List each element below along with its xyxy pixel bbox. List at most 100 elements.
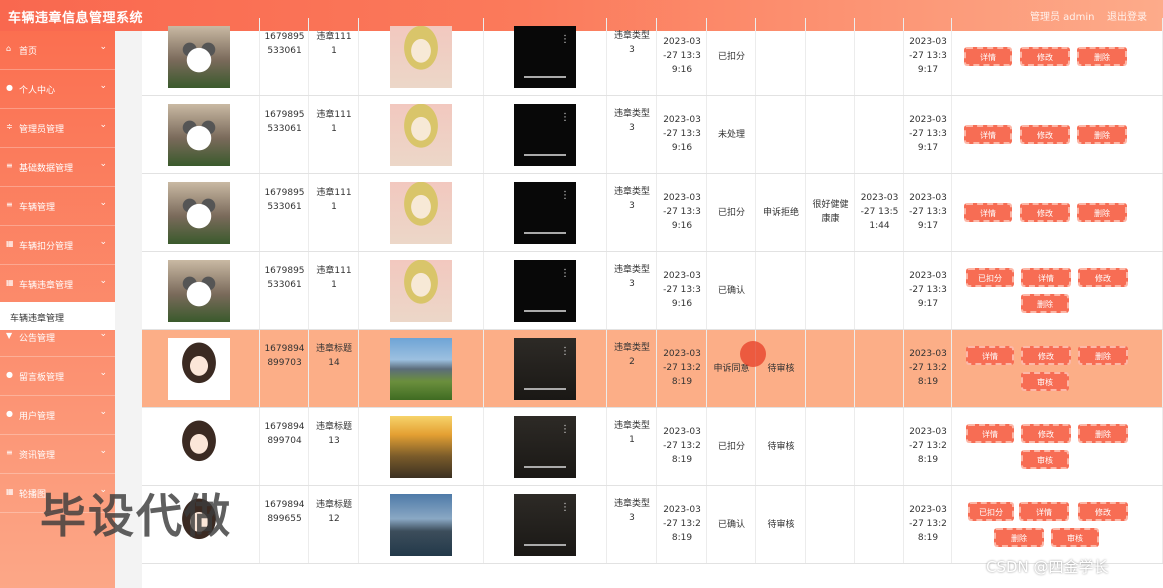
violation-title: 违章标题 13 <box>315 422 352 446</box>
row-photo-image <box>168 338 230 400</box>
video-progress-bar <box>524 76 566 78</box>
chevron-down-icon: ⌄ <box>99 159 107 169</box>
sidebar-item-3[interactable]: ≡ 基础数据管理 ⌄ <box>0 148 115 187</box>
sidebar-item-8[interactable]: ● 留言板管理 ⌄ <box>0 357 115 396</box>
violation-video[interactable]: ⋮ <box>514 494 576 556</box>
grid-icon: ▦ <box>6 487 14 496</box>
action-button[interactable]: 删除 <box>1077 125 1127 144</box>
action-button[interactable]: 删除 <box>1077 47 1127 66</box>
handle-status: 已扣分 <box>717 208 745 218</box>
action-button[interactable]: 删除 <box>1078 346 1128 365</box>
chevron-down-icon: ⌄ <box>99 446 107 456</box>
violation-id: 1679895 533061 <box>264 188 305 212</box>
violation-title: 违章111 1 <box>316 188 352 212</box>
video-progress-bar <box>524 232 566 234</box>
notice-icon: ▼ <box>6 331 13 340</box>
action-button[interactable]: 已扣分 <box>966 268 1014 287</box>
violation-time: 2023-03 -27 13:2 8:19 <box>663 349 701 387</box>
chevron-down-icon: ⌄ <box>99 329 107 339</box>
sidebar-item-label: 资讯管理 <box>19 451 56 461</box>
violation-video[interactable]: ⋮ <box>514 104 576 166</box>
more-options-icon[interactable]: ⋮ <box>560 424 570 435</box>
sidebar-item-label: 车辆扣分管理 <box>19 242 74 252</box>
violation-title: 违章标题 12 <box>315 500 352 524</box>
chevron-down-icon: ⌄ <box>99 198 107 208</box>
admin-icon: ≑ <box>6 122 13 131</box>
table-row: 1679895 533061 违章111 1 ⋮ 违章类型 3 2023-03 -27 … <box>142 252 1163 330</box>
more-options-icon[interactable]: ⋮ <box>560 502 570 513</box>
handle-status: 已确认 <box>717 520 745 530</box>
row-photo-image <box>168 416 230 478</box>
more-options-icon[interactable]: ⋮ <box>560 112 570 123</box>
sidebar-item-1[interactable]: ● 个人中心 ⌄ <box>0 70 115 109</box>
action-button[interactable]: 审核 <box>1021 372 1069 391</box>
action-button[interactable]: 修改 <box>1020 125 1070 144</box>
action-button[interactable]: 详情 <box>964 125 1012 144</box>
violation-id: 1679895 533061 <box>264 110 305 134</box>
sidebar-item-label: 用户管理 <box>19 412 56 422</box>
action-button[interactable]: 删除 <box>1021 294 1069 313</box>
action-button[interactable]: 修改 <box>1021 424 1071 443</box>
more-options-icon[interactable]: ⋮ <box>560 190 570 201</box>
action-button[interactable]: 详情 <box>964 47 1012 66</box>
sidebar-item-0[interactable]: ⌂ 首页 ⌄ <box>0 31 115 70</box>
user-icon: ● <box>6 83 13 92</box>
chevron-down-icon: ⌄ <box>99 237 107 247</box>
action-button[interactable]: 已扣分 <box>968 502 1014 521</box>
sidebar-item-10[interactable]: ≡ 资讯管理 ⌄ <box>0 435 115 474</box>
action-button[interactable]: 修改 <box>1021 346 1071 365</box>
violation-type: 违章类型 3 <box>613 499 650 523</box>
video-progress-bar <box>524 466 566 468</box>
sidebar-item-5[interactable]: ▦ 车辆扣分管理 ⌄ <box>0 226 115 265</box>
violation-id: 1679895 533061 <box>264 32 305 56</box>
action-button[interactable]: 修改 <box>1078 268 1128 287</box>
violation-title: 违章111 1 <box>316 32 352 56</box>
violation-image <box>390 260 452 322</box>
action-button[interactable]: 审核 <box>1021 450 1069 469</box>
action-button[interactable]: 修改 <box>1020 47 1070 66</box>
violation-video[interactable]: ⋮ <box>514 260 576 322</box>
action-button[interactable]: 删除 <box>994 528 1044 547</box>
violation-id: 1679895 533061 <box>264 266 305 290</box>
violation-image <box>390 26 452 88</box>
violation-video[interactable]: ⋮ <box>514 26 576 88</box>
sidebar-item-9[interactable]: ● 用户管理 ⌄ <box>0 396 115 435</box>
violation-id: 1679894 899655 <box>264 500 305 524</box>
action-button[interactable]: 审核 <box>1051 528 1099 547</box>
action-button[interactable]: 详情 <box>966 424 1014 443</box>
more-options-icon[interactable]: ⋮ <box>560 346 570 357</box>
sidebar-item-4[interactable]: ≡ 车辆管理 ⌄ <box>0 187 115 226</box>
grid-icon: ▦ <box>6 239 14 248</box>
action-button[interactable]: 详情 <box>1021 268 1071 287</box>
action-button[interactable]: 详情 <box>966 346 1014 365</box>
list-icon: ≡ <box>6 448 13 457</box>
video-progress-bar <box>524 388 566 390</box>
violation-id: 1679894 899703 <box>264 344 305 368</box>
more-options-icon[interactable]: ⋮ <box>560 268 570 279</box>
violation-video[interactable]: ⋮ <box>514 182 576 244</box>
action-button[interactable]: 修改 <box>1078 502 1128 521</box>
violation-type: 违章类型 2 <box>613 343 650 367</box>
table-row: 1679895 533061 违章111 1 ⋮ 违章类型 3 2023-03 -27 … <box>142 96 1163 174</box>
violation-time: 2023-03 -27 13:3 9:16 <box>663 271 701 309</box>
action-button[interactable]: 详情 <box>964 203 1012 222</box>
violation-title: 违章111 1 <box>316 266 352 290</box>
sidebar-item-6[interactable]: ▦ 车辆违章管理 ⌄ <box>0 265 115 304</box>
chevron-down-icon: ⌄ <box>99 81 107 91</box>
violation-image <box>390 182 452 244</box>
more-options-icon[interactable]: ⋮ <box>560 34 570 45</box>
action-button[interactable]: 修改 <box>1020 203 1070 222</box>
action-button[interactable]: 详情 <box>1019 502 1069 521</box>
action-button[interactable]: 删除 <box>1077 203 1127 222</box>
sidebar-item-2[interactable]: ≑ 管理员管理 ⌄ <box>0 109 115 148</box>
violation-time: 2023-03 -27 13:3 9:16 <box>663 37 701 75</box>
table-row: 1679895 533061 违章111 1 ⋮ 违章类型 3 2023-03 -27 … <box>142 174 1163 252</box>
action-button[interactable]: 删除 <box>1078 424 1128 443</box>
handle-status: 未处理 <box>717 130 745 140</box>
sidebar-subitem-violation[interactable]: 车辆违章管理 <box>0 302 115 330</box>
violation-time: 2023-03 -27 13:2 8:19 <box>663 505 701 543</box>
violation-video[interactable]: ⋮ <box>514 416 576 478</box>
violation-video[interactable]: ⋮ <box>514 338 576 400</box>
table-row: 1679895 533061 违章111 1 ⋮ 违章类型 3 2023-03 -27 … <box>142 18 1163 96</box>
reply-time: 2023-03 -27 13:5 1:44 <box>860 193 899 231</box>
